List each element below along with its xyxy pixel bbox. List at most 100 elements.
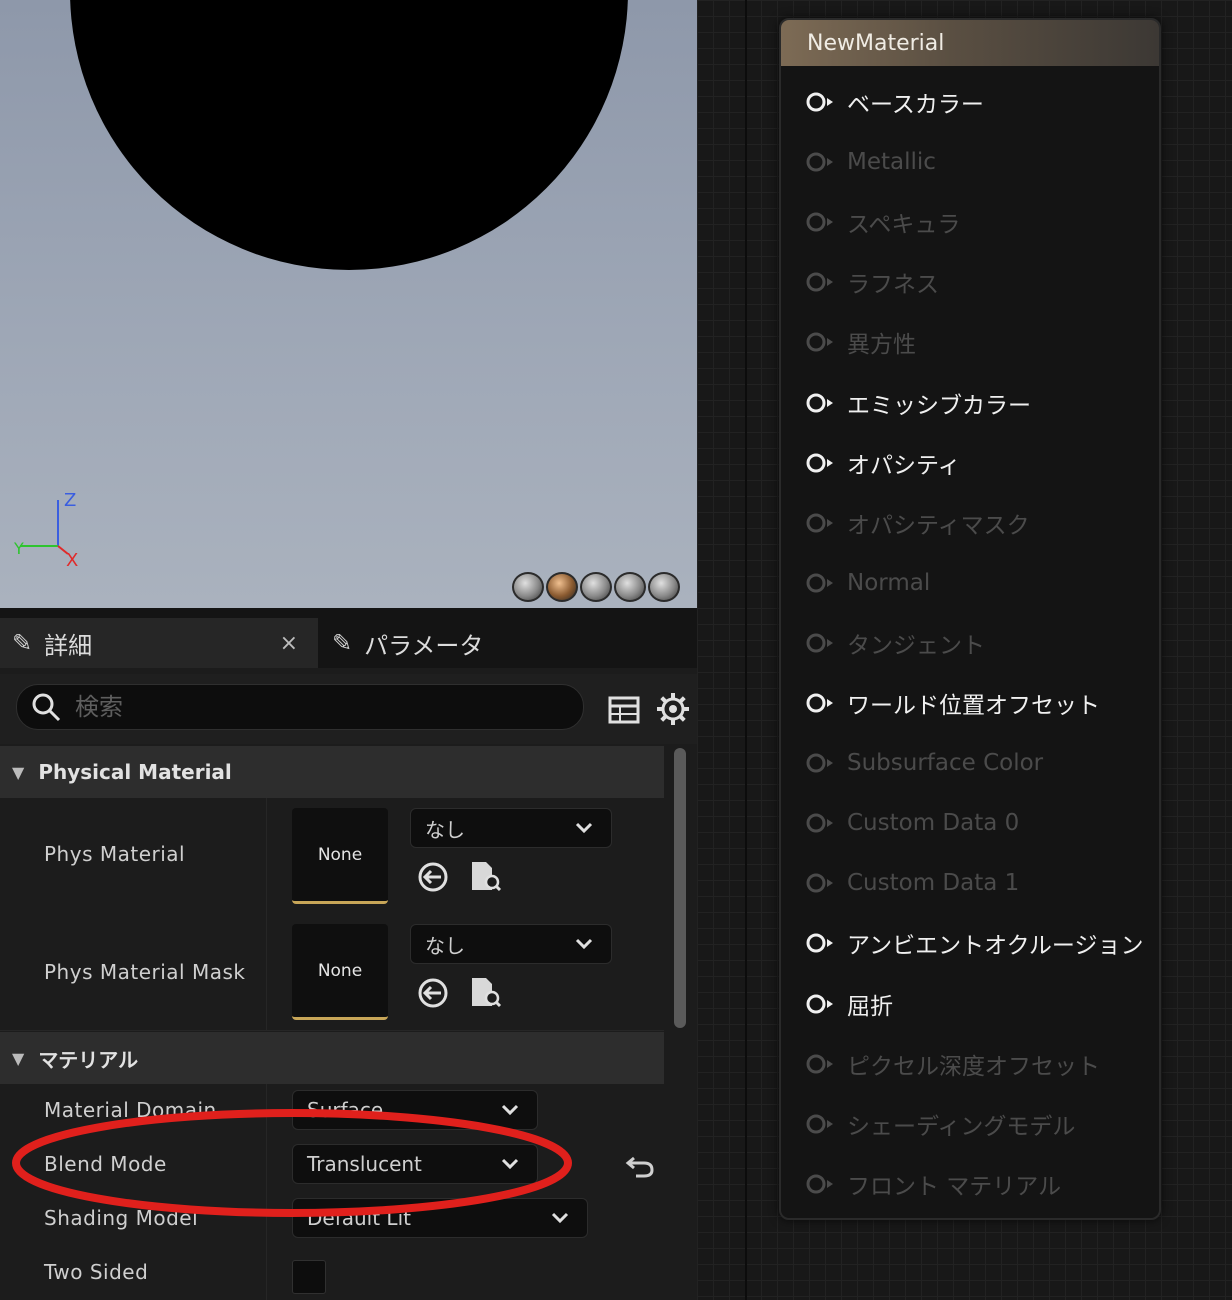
prop-label-phys-material: Phys Material <box>44 842 186 866</box>
pin-connector-icon[interactable] <box>805 992 835 1016</box>
chevron-down-icon <box>501 1158 519 1170</box>
prop-divider <box>266 1246 267 1300</box>
pin-label: エミッシブカラー <box>847 392 1031 419</box>
node-input-pin[interactable]: スペキュラ <box>781 202 960 242</box>
node-header[interactable]: NewMaterial <box>781 20 1159 66</box>
browse-asset-icon[interactable] <box>468 860 502 894</box>
section-physical-material[interactable]: ▼ Physical Material <box>0 746 664 798</box>
collapse-triangle-icon: ▼ <box>12 762 25 782</box>
node-input-pin[interactable]: アンビエントオクルージョン <box>781 923 1143 963</box>
material-output-node[interactable]: NewMaterial ベースカラー Metallic スペキュララフネス異方性エミ… <box>779 18 1161 1220</box>
node-input-pin[interactable]: Custom Data 1 <box>781 863 1019 903</box>
two-sided-checkbox[interactable] <box>292 1260 326 1294</box>
details-scrollbar[interactable] <box>674 748 686 1028</box>
phys-material-mask-thumbnail[interactable]: None <box>292 924 388 1020</box>
blend-mode-value: Translucent <box>307 1152 422 1176</box>
node-input-pin[interactable]: ベースカラー <box>781 82 984 122</box>
pin-connector-icon[interactable] <box>805 270 835 294</box>
node-input-pin[interactable]: シェーディングモデル <box>781 1104 1075 1144</box>
search-row <box>0 674 697 744</box>
material-domain-dropdown[interactable]: Surface <box>292 1090 538 1130</box>
node-input-pin[interactable]: Subsurface Color <box>781 743 1043 783</box>
use-selected-icon[interactable] <box>416 860 450 894</box>
table-view-icon[interactable] <box>606 692 642 728</box>
cube-preview-icon[interactable] <box>614 572 646 602</box>
chevron-down-icon <box>575 822 593 834</box>
pin-connector-icon[interactable] <box>805 330 835 354</box>
pin-label: 屈折 <box>847 993 893 1020</box>
pin-connector-icon[interactable] <box>805 90 835 114</box>
gear-icon[interactable] <box>654 690 692 728</box>
pin-connector-icon[interactable] <box>805 210 835 234</box>
node-input-pin[interactable]: ワールド位置オフセット <box>781 683 1100 723</box>
sphere-preview-icon[interactable] <box>546 572 578 602</box>
node-input-pin[interactable]: オパシティマスク <box>781 503 1030 543</box>
blend-mode-dropdown[interactable]: Translucent <box>292 1144 538 1184</box>
pin-connector-icon[interactable] <box>805 150 835 174</box>
prop-label-material-domain: Material Domain <box>44 1098 217 1122</box>
pin-label: ラフネス <box>847 272 939 299</box>
search-input[interactable] <box>73 692 557 722</box>
shading-model-value: Default Lit <box>307 1206 411 1230</box>
pin-connector-icon[interactable] <box>805 871 835 895</box>
search-box[interactable] <box>16 684 584 730</box>
tab-parameters-label: パラメータ <box>364 631 484 660</box>
pin-connector-icon[interactable] <box>805 631 835 655</box>
phys-material-thumbnail[interactable]: None <box>292 808 388 904</box>
chevron-down-icon <box>501 1104 519 1116</box>
phys-material-dropdown-value: なし <box>425 817 465 842</box>
pin-label: Subsurface Color <box>847 750 1044 777</box>
plane-preview-icon[interactable] <box>580 572 612 602</box>
reset-to-default-icon[interactable] <box>624 1150 656 1182</box>
node-input-pin[interactable]: オパシティ <box>781 443 961 483</box>
prop-row-shading-model: Shading Model Default Lit <box>0 1192 664 1247</box>
phys-material-dropdown[interactable]: なし <box>410 808 612 848</box>
shading-model-dropdown[interactable]: Default Lit <box>292 1198 588 1238</box>
pencil-params-icon: ✎ <box>332 629 353 657</box>
pin-connector-icon[interactable] <box>805 451 835 475</box>
prop-row-two-sided: Two Sided <box>0 1246 664 1300</box>
pencil-details-icon: ✎ <box>12 629 33 657</box>
tab-parameters[interactable]: ✎ パラメータ <box>320 618 580 668</box>
phys-material-mask-dropdown[interactable]: なし <box>410 924 612 964</box>
custom-mesh-preview-icon[interactable] <box>648 572 680 602</box>
material-domain-value: Surface <box>307 1098 384 1122</box>
node-input-pin[interactable]: エミッシブカラー <box>781 383 1031 423</box>
pin-connector-icon[interactable] <box>805 811 835 835</box>
prop-row-blend-mode: Blend Mode Translucent <box>0 1138 664 1193</box>
pin-connector-icon[interactable] <box>805 931 835 955</box>
node-input-pin[interactable]: 屈折 <box>781 984 893 1024</box>
node-input-pin[interactable]: Normal <box>781 563 930 603</box>
pin-connector-icon[interactable] <box>805 691 835 715</box>
pin-connector-icon[interactable] <box>805 1052 835 1076</box>
use-selected-icon[interactable] <box>416 976 450 1010</box>
chevron-down-icon <box>575 938 593 950</box>
pin-connector-icon[interactable] <box>805 391 835 415</box>
material-graph-canvas[interactable]: NewMaterial ベースカラー Metallic スペキュララフネス異方性エミ… <box>697 0 1232 1300</box>
material-preview-viewport[interactable]: Z Y X <box>0 0 697 608</box>
pin-connector-icon[interactable] <box>805 511 835 535</box>
pin-connector-icon[interactable] <box>805 751 835 775</box>
section-material[interactable]: ▼ マテリアル <box>0 1032 664 1084</box>
node-input-pin[interactable]: Metallic <box>781 142 936 182</box>
pin-connector-icon[interactable] <box>805 1112 835 1136</box>
prop-divider <box>266 914 267 1030</box>
pin-connector-icon[interactable] <box>805 1172 835 1196</box>
node-input-pin[interactable]: Custom Data 0 <box>781 803 1019 843</box>
pin-label: アンビエントオクルージョン <box>847 933 1144 960</box>
graph-guide-line <box>745 0 747 1300</box>
tab-details[interactable]: ✎ 詳細 × <box>0 618 318 668</box>
node-input-pin[interactable]: ラフネス <box>781 262 939 302</box>
prop-label-two-sided: Two Sided <box>44 1260 149 1284</box>
tab-details-label: 詳細 <box>44 631 93 660</box>
node-input-pin[interactable]: フロント マテリアル <box>781 1164 1061 1204</box>
section-physical-material-title: Physical Material <box>38 760 232 784</box>
cylinder-preview-icon[interactable] <box>512 572 544 602</box>
node-input-pin[interactable]: ピクセル深度オフセット <box>781 1044 1100 1084</box>
axis-gizmo: Z Y X <box>13 490 78 568</box>
close-icon[interactable]: × <box>280 631 298 656</box>
browse-asset-icon[interactable] <box>468 976 502 1010</box>
pin-connector-icon[interactable] <box>805 571 835 595</box>
node-input-pin[interactable]: タンジェント <box>781 623 985 663</box>
node-input-pin[interactable]: 異方性 <box>781 322 916 362</box>
